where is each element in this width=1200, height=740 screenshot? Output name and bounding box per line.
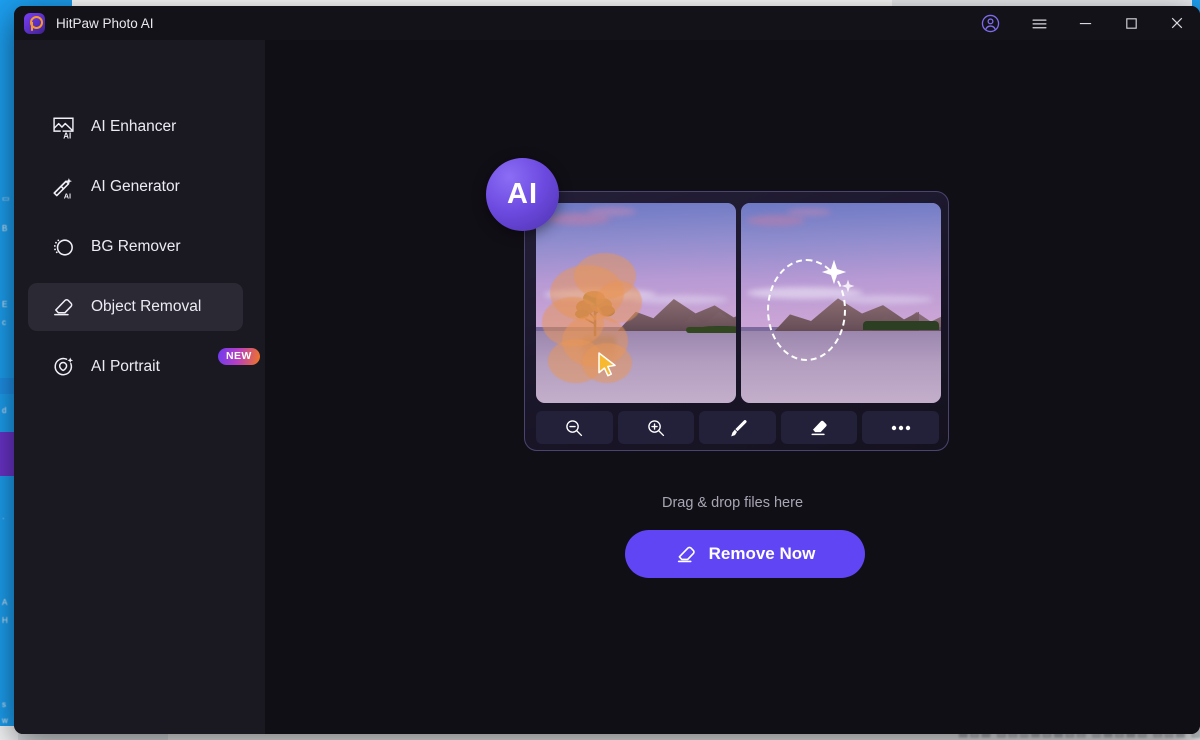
hero-toolbar	[536, 411, 939, 444]
drop-zone-text: Drag & drop files here	[661, 495, 804, 511]
cloud	[588, 207, 636, 216]
background-sidebar-text-1: ▭	[2, 194, 10, 203]
tree-line	[863, 321, 939, 330]
cloud	[833, 295, 933, 304]
main-content: AI Drag & drop files here Remove Now	[265, 40, 1200, 734]
cursor-arrow-icon	[598, 352, 616, 377]
cloud	[747, 215, 805, 226]
island-strip	[686, 327, 736, 333]
app-window: HitPaw Photo AI AI AI Enhancer AI AI Gen…	[14, 6, 1200, 734]
account-icon[interactable]	[964, 6, 1016, 40]
background-sidebar-text-8: H	[2, 616, 8, 625]
sidebar-item-label: AI Portrait	[91, 358, 160, 375]
background-sidebar-text-7: A	[2, 598, 8, 607]
sidebar-item-label: AI Generator	[91, 178, 180, 195]
background-sidebar-text-10: w	[2, 716, 8, 725]
remove-now-label: Remove Now	[708, 544, 816, 563]
sidebar-item-ai-enhancer[interactable]: AI AI Enhancer	[28, 103, 243, 151]
close-icon[interactable]	[1154, 6, 1200, 40]
sidebar-item-label: AI Enhancer	[91, 118, 177, 135]
maximize-icon[interactable]	[1108, 6, 1154, 40]
background-sidebar-text-3: E	[2, 300, 8, 309]
after-photo	[741, 203, 941, 403]
more-options-icon[interactable]	[862, 411, 939, 444]
svg-text:AI: AI	[63, 191, 70, 199]
eraser-icon	[48, 295, 78, 320]
cloud	[787, 208, 831, 216]
zoom-in-icon[interactable]	[617, 411, 695, 444]
ai-badge: AI	[486, 158, 559, 231]
hitpaw-logo-icon	[24, 12, 45, 34]
before-photo	[536, 203, 736, 403]
title-bar: HitPaw Photo AI	[14, 6, 1200, 40]
sidebar: AI AI Enhancer AI AI Generator BG Remove…	[14, 40, 265, 734]
zoom-out-icon[interactable]	[536, 411, 613, 444]
background-sidebar-text-2: B	[2, 224, 8, 233]
portrait-sparkle-icon	[48, 355, 78, 380]
minimize-icon[interactable]	[1062, 6, 1108, 40]
eraser-icon[interactable]	[780, 411, 858, 444]
background-sidebar-text-9: s	[2, 700, 6, 709]
sparkle-small-icon	[841, 279, 855, 293]
sidebar-item-label: Object Removal	[91, 298, 202, 315]
eraser-icon	[677, 546, 695, 562]
sidebar-item-bg-remover[interactable]: BG Remover	[28, 223, 243, 271]
hero-illustration: AI	[486, 158, 949, 451]
image-ai-icon: AI	[48, 115, 78, 140]
water	[741, 331, 941, 403]
app-title: HitPaw Photo AI	[56, 15, 154, 31]
cloud	[632, 295, 728, 304]
background-sidebar-text-4: c	[2, 318, 6, 327]
background-sidebar-text-5: d	[2, 406, 7, 415]
sidebar-item-ai-portrait[interactable]: AI Portrait NEW	[28, 343, 260, 391]
sidebar-item-ai-generator[interactable]: AI AI Generator	[28, 163, 243, 211]
remove-now-button[interactable]: Remove Now	[625, 530, 865, 578]
sidebar-item-label: BG Remover	[91, 238, 181, 255]
hamburger-menu-icon[interactable]	[1016, 6, 1062, 40]
svg-text:AI: AI	[63, 131, 71, 140]
brush-icon[interactable]	[699, 411, 776, 444]
desktop-background: ▩▨▩ ▧▤▥▦▨▩▧▤ ▥▦▨▩▧ ▤▥▦ ▨▩ ▭ B E c d · A …	[0, 0, 1200, 740]
background-sidebar-text-6: ·	[2, 514, 5, 523]
status-badge-new: NEW	[218, 348, 260, 365]
sidebar-item-object-removal[interactable]: Object Removal	[28, 283, 243, 331]
window-controls	[964, 6, 1200, 40]
bg-remove-icon	[48, 235, 78, 260]
magic-wand-ai-icon: AI	[48, 175, 78, 200]
brush-mask	[596, 281, 642, 323]
